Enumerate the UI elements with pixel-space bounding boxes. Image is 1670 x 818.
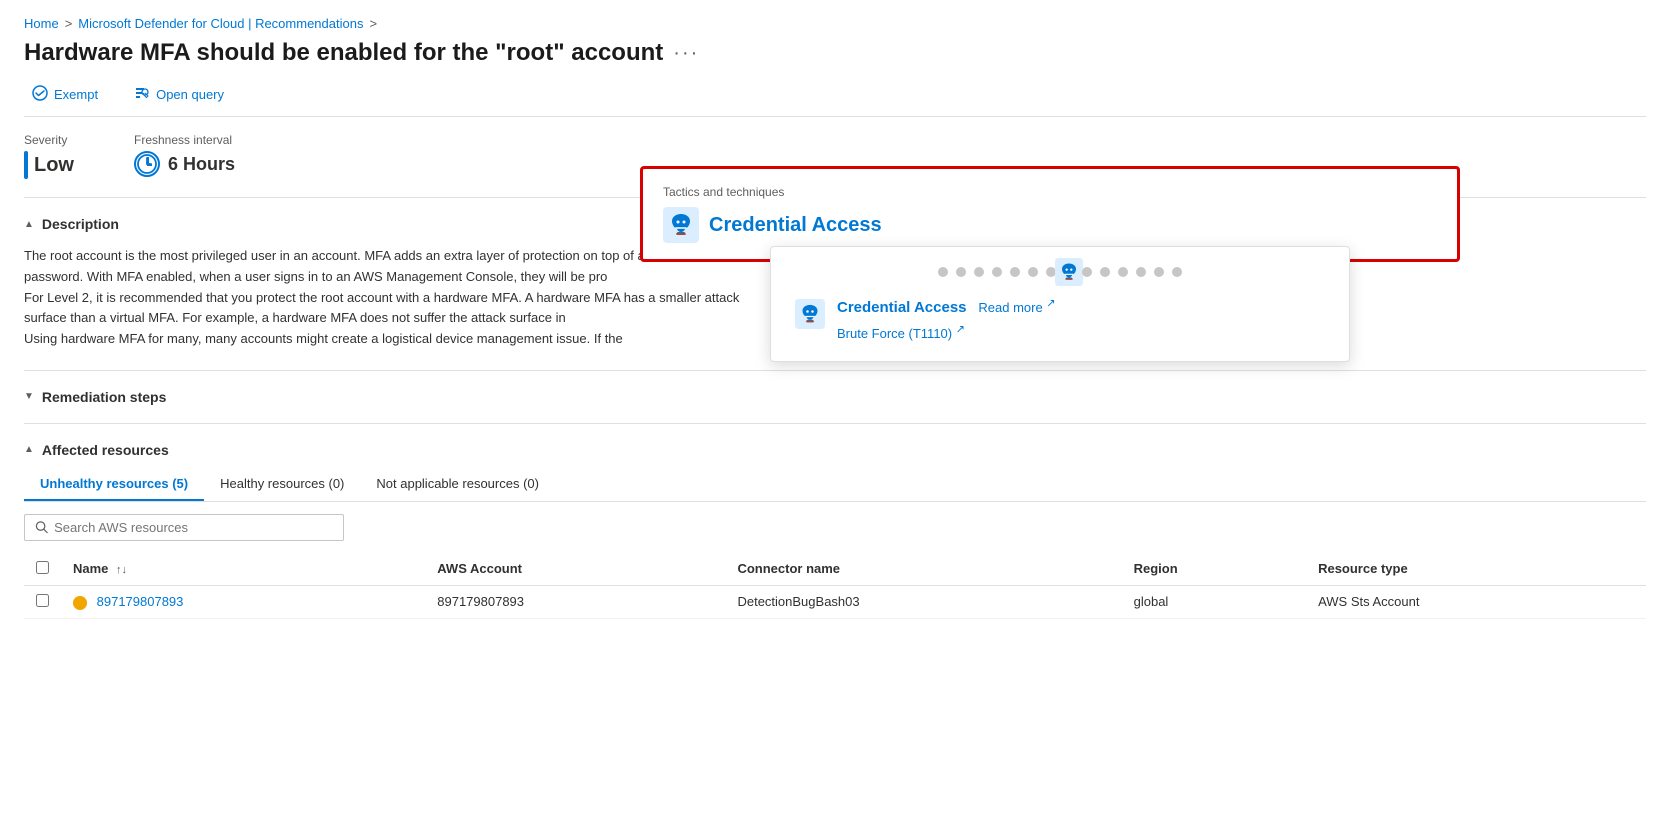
technique-external-icon: ↗ [956, 323, 965, 335]
tooltip-tactic-name: Credential Access [837, 299, 967, 316]
table-header-row: Name ↑↓ AWS Account Connector name Regio… [24, 553, 1646, 586]
table-col-resource-type: Resource type [1306, 553, 1646, 586]
row-connector-name-cell: DetectionBugBash03 [725, 585, 1121, 618]
description-chevron-icon: ▲ [24, 219, 34, 230]
table-col-name: Name ↑↓ [61, 553, 425, 586]
tactic-mask-icon [663, 207, 699, 243]
tactics-main-card: Tactics and techniques Credential Access [640, 166, 1460, 262]
breadcrumb-sep2: > [369, 16, 377, 31]
table-col-aws-account: AWS Account [425, 553, 725, 586]
dot-6 [1028, 267, 1038, 277]
open-query-label: Open query [156, 87, 224, 102]
dot-9 [1100, 267, 1110, 277]
row-aws-account-cell: 897179807893 [425, 585, 725, 618]
row-checkbox-cell [24, 585, 61, 618]
row-name-cell: 897179807893 [61, 585, 425, 618]
search-box[interactable] [24, 514, 344, 541]
severity-block: Severity Low [24, 133, 74, 179]
exempt-label: Exempt [54, 87, 98, 102]
resource-link[interactable]: 897179807893 [97, 594, 184, 609]
tooltip-dots-row [795, 267, 1325, 277]
tooltip-content-row: Credential Access Read more ↗ Brute Forc… [795, 297, 1325, 341]
resources-tabs: Unhealthy resources (5) Healthy resource… [24, 468, 1646, 502]
dot-10 [1118, 267, 1128, 277]
tactics-overlay: Tactics and techniques Credential Access [640, 166, 1460, 262]
tactic-name-link[interactable]: Credential Access [709, 214, 882, 237]
tooltip-read-more-link[interactable]: Read more ↗ [978, 300, 1055, 315]
affected-chevron-icon: ▲ [24, 444, 34, 455]
breadcrumb: Home > Microsoft Defender for Cloud | Re… [24, 16, 1646, 31]
tab-unhealthy[interactable]: Unhealthy resources (5) [24, 468, 204, 501]
dot-13 [1172, 267, 1182, 277]
resource-icon [73, 596, 87, 610]
dot-12 [1154, 267, 1164, 277]
technique-link[interactable]: Brute Force (T1110) ↗ [837, 326, 965, 341]
affected-resources-section-header[interactable]: ▲ Affected resources [24, 432, 1646, 468]
tab-not-applicable[interactable]: Not applicable resources (0) [360, 468, 555, 501]
clock-icon [134, 151, 160, 177]
exempt-icon [32, 85, 48, 104]
freshness-value: 6 Hours [168, 154, 235, 175]
table-col-connector-name: Connector name [725, 553, 1121, 586]
table-col-region: Region [1122, 553, 1306, 586]
dot-2 [956, 267, 966, 277]
exempt-button[interactable]: Exempt [24, 81, 106, 108]
more-options-icon[interactable]: ··· [673, 42, 699, 65]
toolbar: Exempt Open query [24, 81, 1646, 117]
dot-8 [1082, 267, 1092, 277]
row-region-cell: global [1122, 585, 1306, 618]
select-all-checkbox[interactable] [36, 561, 49, 574]
severity-bar [24, 151, 28, 179]
dot-5 [1010, 267, 1020, 277]
open-query-icon [134, 85, 150, 104]
tactic-title-row: Credential Access [663, 207, 1437, 243]
severity-value: Low [34, 154, 74, 177]
search-input[interactable] [54, 520, 333, 535]
description-header-label: Description [42, 216, 119, 232]
breadcrumb-sep1: > [65, 16, 73, 31]
dot-3 [974, 267, 984, 277]
open-query-button[interactable]: Open query [126, 81, 232, 108]
remediation-section-header[interactable]: ▼ Remediation steps [24, 379, 1646, 415]
tooltip-text-block: Credential Access Read more ↗ Brute Forc… [837, 297, 1056, 341]
tab-healthy[interactable]: Healthy resources (0) [204, 468, 360, 501]
tooltip-tactic-name-row: Credential Access Read more ↗ [837, 297, 1056, 316]
breadcrumb-recommendations[interactable]: Microsoft Defender for Cloud | Recommend… [78, 16, 363, 31]
active-dot [1064, 267, 1074, 277]
dot-11 [1136, 267, 1146, 277]
remediation-chevron-icon: ▼ [24, 391, 34, 402]
freshness-block: Freshness interval 6 Hours [134, 133, 235, 177]
tactics-label: Tactics and techniques [663, 185, 1437, 199]
table-col-checkbox [24, 553, 61, 586]
breadcrumb-home[interactable]: Home [24, 16, 59, 31]
tooltip-technique: Brute Force (T1110) ↗ [837, 322, 1056, 340]
severity-label: Severity [24, 133, 74, 147]
affected-resources-header-label: Affected resources [42, 442, 169, 458]
table-row: 897179807893 897179807893 DetectionBugBa… [24, 585, 1646, 618]
tooltip-card: Credential Access Read more ↗ Brute Forc… [770, 246, 1350, 362]
remediation-header-label: Remediation steps [42, 389, 166, 405]
external-link-icon: ↗ [1046, 298, 1055, 310]
tooltip-mask-icon [795, 299, 825, 329]
row-resource-type-cell: AWS Sts Account [1306, 585, 1646, 618]
search-icon [35, 520, 48, 534]
freshness-label: Freshness interval [134, 133, 235, 147]
page-title: Hardware MFA should be enabled for the "… [24, 39, 663, 67]
resources-table: Name ↑↓ AWS Account Connector name Regio… [24, 553, 1646, 619]
name-sort-icon[interactable]: ↑↓ [116, 564, 127, 576]
row-checkbox[interactable] [36, 594, 49, 607]
dot-4 [992, 267, 1002, 277]
dot-1 [938, 267, 948, 277]
